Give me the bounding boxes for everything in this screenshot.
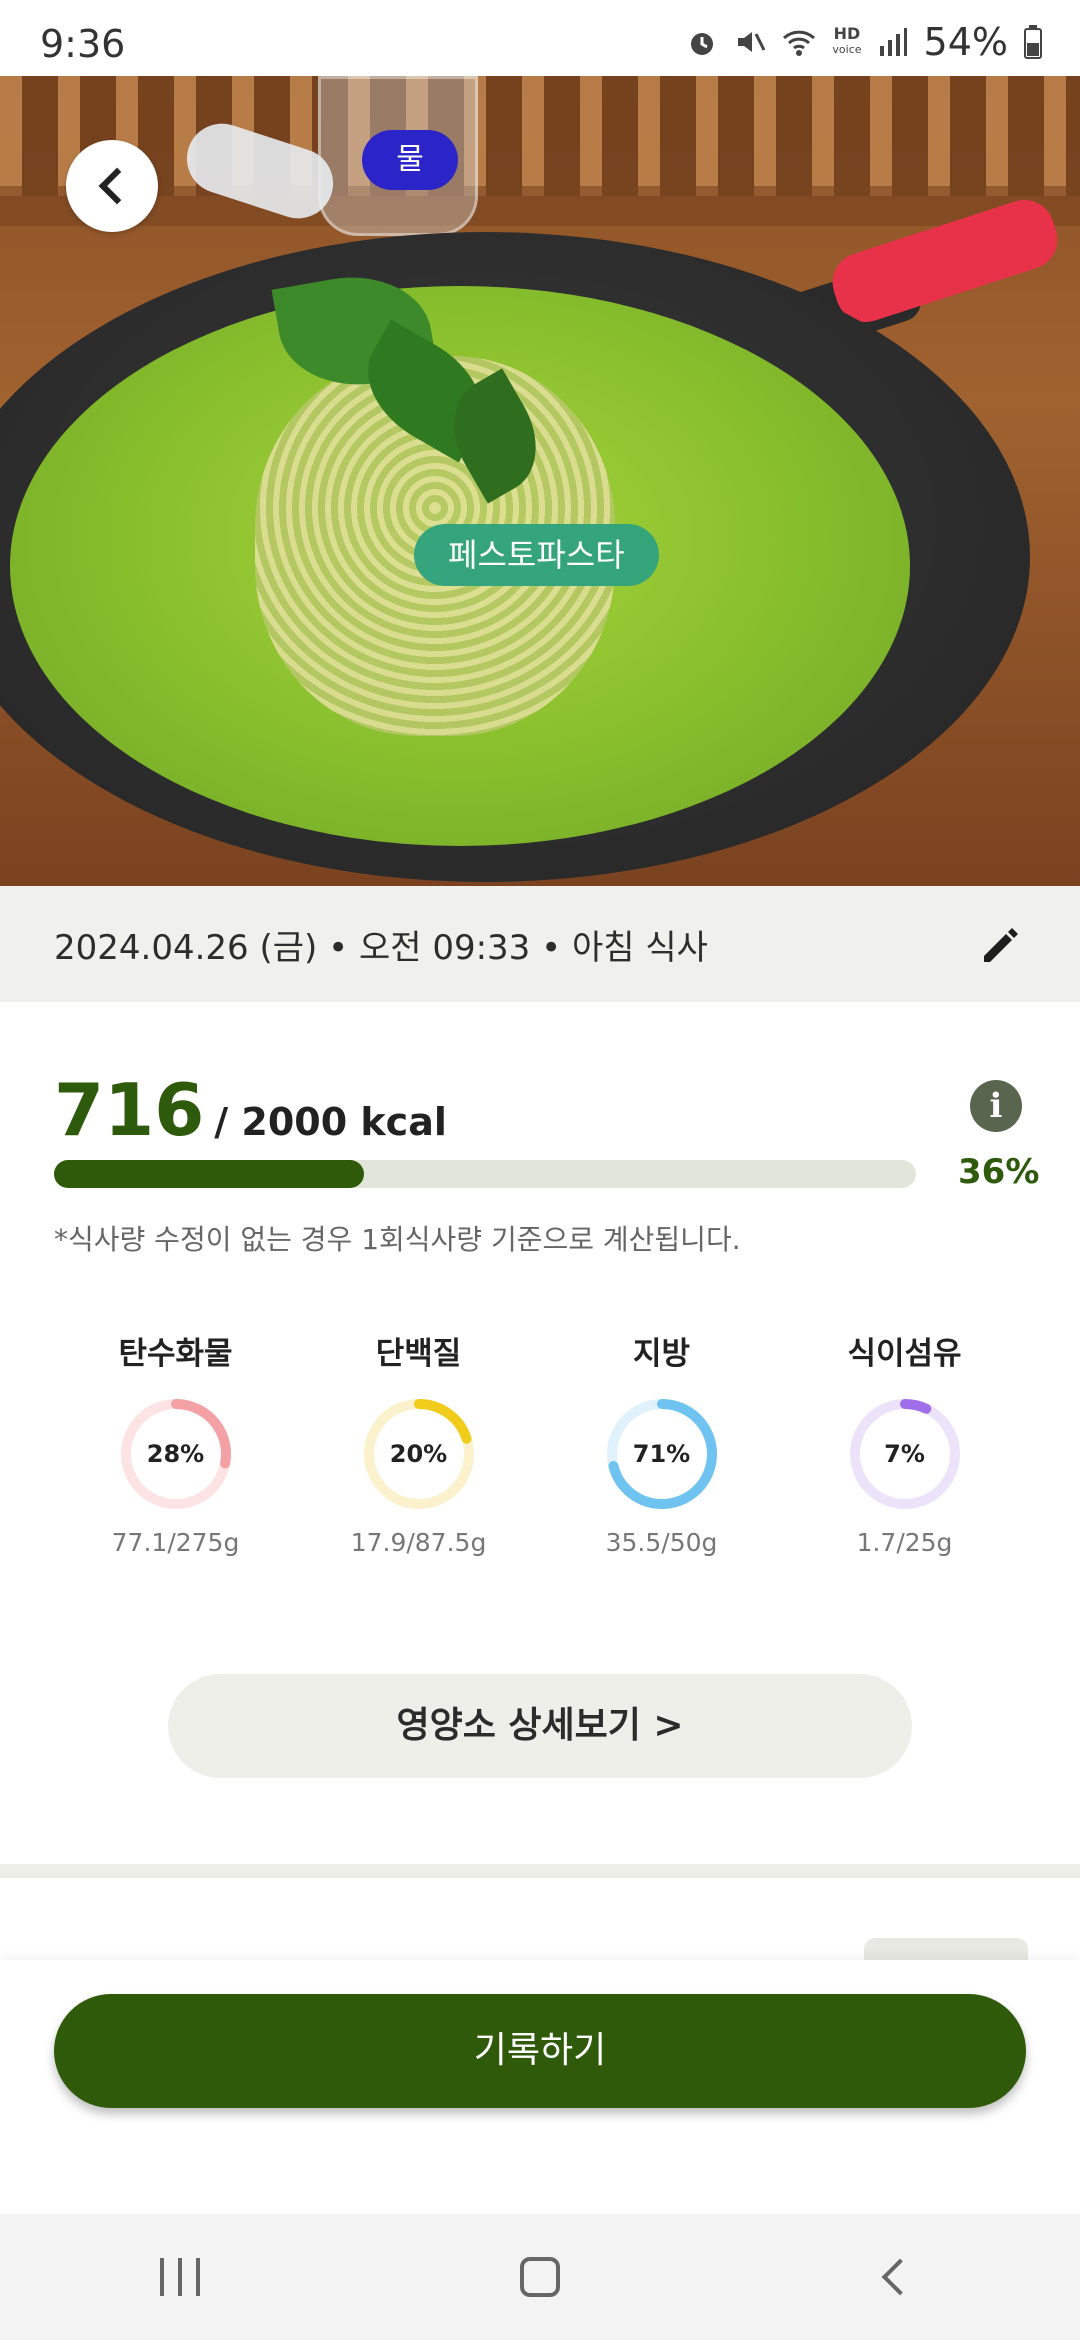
wifi-icon xyxy=(783,30,816,56)
food-photo xyxy=(0,76,1080,886)
nutrient-detail-button[interactable]: 영양소 상세보기 > xyxy=(168,1674,912,1778)
table-edge xyxy=(0,186,1080,226)
nutrient-ring: 20% xyxy=(359,1394,479,1514)
nutrient-name: 지방 xyxy=(632,1336,691,1372)
next-section-chip-clipped xyxy=(864,1938,1028,1960)
nutrient-name: 단백질 xyxy=(375,1336,462,1372)
chevron-left-icon xyxy=(98,167,136,205)
voice-label: voice xyxy=(832,43,862,56)
home-button[interactable] xyxy=(480,2237,600,2317)
meal-info-bar: 2024.04.26 (금) • 오전 09:33 • 아침 식사 xyxy=(0,886,1080,1002)
calorie-progress-fill xyxy=(54,1160,365,1188)
info-icon[interactable]: i xyxy=(970,1080,1022,1132)
calorie-progress-bar xyxy=(54,1160,916,1188)
section-divider xyxy=(0,1864,1080,1878)
nutrient-percent: 7% xyxy=(884,1440,925,1468)
system-back-button[interactable] xyxy=(840,2237,960,2317)
alarm-icon xyxy=(691,33,714,55)
food-tag-pesto-pasta[interactable]: 페스토파스타 xyxy=(414,524,659,586)
nutrient-ring: 28% xyxy=(116,1394,236,1514)
calorie-summary: 716 / 2000 kcal xyxy=(54,1068,447,1152)
status-bar: 9:36 HD voice 54% xyxy=(0,0,1080,76)
nutrient-ring: 7% xyxy=(845,1394,965,1514)
nutrient-fiber: 식이섬유 7% 1.7/25g xyxy=(783,1328,1026,1557)
nutrient-name: 탄수화물 xyxy=(118,1336,233,1372)
serving-note: *식사량 수정이 없는 경우 1회식사량 기준으로 계산됩니다. xyxy=(54,1223,741,1256)
recent-apps-icon xyxy=(160,2258,200,2296)
nutrient-amount: 17.9/87.5g xyxy=(350,1528,487,1557)
nutrient-ring: 71% xyxy=(602,1394,722,1514)
system-nav-bar xyxy=(0,2214,1080,2340)
calorie-percent: 36% xyxy=(958,1152,1040,1192)
hd-label: HD xyxy=(833,24,861,43)
hd-voice-icon: HD voice xyxy=(832,26,861,58)
pencil-icon[interactable] xyxy=(978,922,1024,968)
nutrient-percent: 20% xyxy=(389,1440,448,1468)
status-icons: HD voice 54% xyxy=(686,20,1042,64)
signal-icon xyxy=(879,28,907,56)
meal-datetime: 2024.04.26 (금) • 오전 09:33 • 아침 식사 xyxy=(54,927,708,968)
nutrient-percent: 28% xyxy=(146,1440,205,1468)
home-icon xyxy=(520,2257,560,2297)
nutrient-percent: 71% xyxy=(632,1440,691,1468)
nutrient-fat: 지방 71% 35.5/50g xyxy=(540,1328,783,1557)
nutrient-amount: 35.5/50g xyxy=(605,1528,718,1557)
food-tag-water[interactable]: 물 xyxy=(362,130,458,190)
nutrient-name: 식이섬유 xyxy=(847,1336,962,1372)
nutrient-amount: 1.7/25g xyxy=(856,1528,953,1557)
back-arrow-icon xyxy=(881,2258,919,2296)
nutrient-protein: 단백질 20% 17.9/87.5g xyxy=(297,1328,540,1557)
mute-icon xyxy=(738,32,766,52)
calorie-value: 716 xyxy=(54,1068,205,1152)
back-button[interactable] xyxy=(66,140,158,232)
nutrient-carbs: 탄수화물 28% 77.1/275g xyxy=(54,1328,297,1557)
record-button[interactable]: 기록하기 xyxy=(54,1994,1026,2108)
battery-percent: 54% xyxy=(923,20,1008,64)
battery-icon xyxy=(1024,25,1042,59)
nutrient-list: 탄수화물 28% 77.1/275g 단백질 20% 17.9/87.5g 지방 xyxy=(54,1328,1026,1557)
chair-slats xyxy=(0,76,1080,196)
status-time: 9:36 xyxy=(40,22,126,66)
nutrient-amount: 77.1/275g xyxy=(111,1528,240,1557)
recent-apps-button[interactable] xyxy=(120,2237,240,2317)
calorie-goal: / 2000 kcal xyxy=(214,1100,447,1144)
